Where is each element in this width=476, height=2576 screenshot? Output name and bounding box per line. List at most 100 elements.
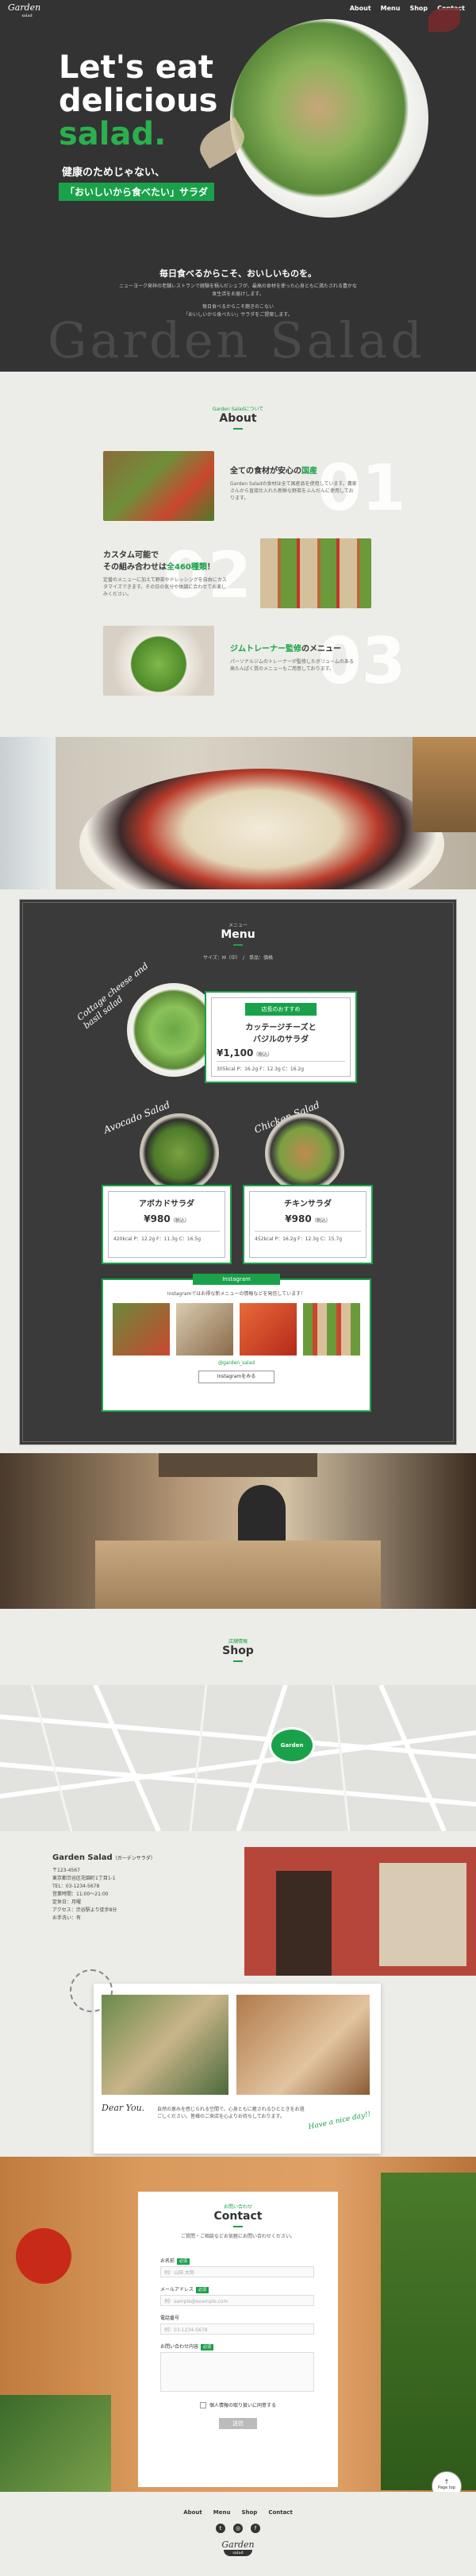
twitter-icon[interactable]: t [216,2524,225,2533]
intro-title: 毎日食べるからこそ、おいしいものを。 [159,268,317,279]
site-logo[interactable]: Garden salad [8,3,46,21]
shop-info: 〒123-4567 東京都渋谷区花園町1丁目1-1 TEL：03-1234-56… [52,1867,227,1922]
instagram-button[interactable]: Instagramをみる [198,1371,274,1383]
footer-nav-menu[interactable]: Menu [213,2509,231,2516]
about-image-salad [103,626,214,696]
menu-item-name: カッテージチーズと [245,1024,317,1032]
footer-nav-contact[interactable]: Contact [268,2509,293,2516]
menu-card-inner: 店長のおすすめ カッテージチーズと バジルのサラダ ¥1,100（税込） 305… [211,997,351,1077]
nav-menu[interactable]: Menu [381,5,401,12]
about-heading: ジムトレーナー監修のメニュー [230,642,357,654]
instagram-photo[interactable] [303,1303,360,1355]
herb-image [381,2173,476,2490]
required-badge: 必須 [177,2258,190,2265]
about-heading-text: 全ての食材が安心の [230,467,301,476]
contact-lead: ご質問・ご相談などお気軽にお問い合わせください。 [180,2234,295,2239]
greek-salad-bowl-image [79,769,444,889]
menu-item-name: アボカドサラダ [139,1200,194,1209]
email-input[interactable]: 例）sample@example.com [160,2295,314,2306]
required-badge: 必須 [201,2344,214,2350]
nav-shop[interactable]: Shop [409,5,428,12]
featured-menu-card[interactable]: 店長のおすすめ カッテージチーズと バジルのサラダ ¥1,100（税込） 305… [205,991,357,1083]
title-underline [233,428,243,430]
footer-nav-shop[interactable]: Shop [241,2509,257,2516]
shop-info-line: 〒123-4567 [52,1868,80,1873]
shop-name-main: Garden Salad [52,1853,113,1862]
footer-nav-about[interactable]: About [183,2509,202,2516]
instagram-text: Instagramではお得な新メニューの情報などを発信しています！ [167,1291,306,1297]
map-roads [0,1685,476,1831]
glass-image [0,737,56,889]
logo-sub: salad [21,13,33,18]
consent-checkbox[interactable] [199,2401,206,2408]
footer-logo[interactable]: Garden salad [0,2539,476,2556]
shop-info-line: TEL：03-1234-5678 [52,1884,100,1889]
hero-tagline: 「おいしいから食べたい」サラダ [59,183,215,201]
menu-title: Menu [221,928,255,941]
instagram-tag: Instagram [193,1274,280,1285]
instagram-icon[interactable]: ◎ [233,2524,243,2533]
intro-text-line: 毎日食べるからこそ飽きのこない [202,304,274,310]
title-underline [233,1660,243,1662]
shop-title: Shop [222,1645,254,1657]
cafe-interior-photo-band [0,1453,476,1609]
consent-label: 個人情報の取り扱いに同意する [209,2403,276,2408]
shop-name: Garden Salad（ガーデンサラダ） [52,1853,227,1862]
menu-card-inner: チキンサラダ ¥980（税込） 452kcal P：16.2g F：12.3g … [249,1191,367,1258]
about-image-vegetables [103,451,214,521]
title-underline [233,944,243,946]
shop-info-line: アクセス：渋谷駅より徒歩8分 [52,1907,117,1913]
phone-input[interactable]: 例）03-1234-5678 [160,2323,314,2335]
about-heading-text: ！ [206,563,215,572]
social-links: t ◎ f [0,2524,476,2533]
menu-note-price: 単品：価格 [249,955,274,961]
hero-line2: delicious [59,83,218,119]
shop-info-line: 営業時間：11:00〜21:00 [52,1892,109,1897]
hero-title: Let's eat delicious salad. [59,51,265,151]
menu-card-avocado[interactable]: アボカドサラダ ¥980（税込） 420kcal P：12.2g F：11.3g… [102,1185,232,1264]
tax-note: （税込） [311,1218,331,1224]
shop-info-line: 東京都渋谷区花園町1丁目1-1 [52,1876,116,1881]
menu-card-inner: アボカドサラダ ¥980（税込） 420kcal P：12.2g F：11.3g… [108,1191,225,1258]
instagram-photo[interactable] [176,1303,233,1355]
tomato-image [16,2228,71,2284]
about-heading: 全ての食材が安心の国産 [230,464,357,476]
hero-line1: Let's eat [59,49,213,86]
instagram-photo[interactable] [240,1303,297,1355]
menu-item-price: ¥980 [285,1213,312,1224]
terrace-photo [102,1995,228,2095]
name-input[interactable]: 例）山田 太郎 [160,2266,314,2277]
chicken-salad-image [265,1113,344,1193]
cafe-floor-image [95,1541,381,1609]
about-text: Garden Saladの食材は全て国産品を使用しています。農家さんから直接仕入… [230,481,357,501]
required-badge: 必須 [196,2287,209,2293]
submit-button[interactable]: 送信 [219,2418,257,2429]
instagram-photo[interactable] [113,1303,170,1355]
about-heading-text: カスタム可能で [103,551,159,560]
coffee-photo [236,1995,370,2095]
menu-item-name: バジルのサラダ [253,1035,309,1044]
about-heading-highlight: ジムトレーナー監修 [230,645,301,654]
message-textarea[interactable] [160,2352,314,2392]
about-heading-text: その組み合わせは [103,563,167,572]
about-eyebrow: Garden Saladについて [212,407,264,412]
tax-note: （税込） [253,1052,273,1058]
hero-watermark: Garden Salad [48,311,426,369]
cafe-sign-image [159,1453,317,1477]
shop-map[interactable]: Garden [0,1685,476,1831]
footer: About Menu Shop Contact t ◎ f Garden sal… [0,2492,476,2576]
postcard: Dear You. 自然の恵みを感じられる空間で、心身ともに癒されるひとときをお… [70,1969,381,2154]
nutrition-info: 452kcal P：16.2g F：12.3g C：15.7g [255,1231,361,1242]
footer-logo-sub: salad [224,2550,252,2556]
hero-subtitle: 健康のためじゃない、 [62,167,166,179]
about-section: Garden Saladについて About 01 全ての食材が安心の国産 Ga… [0,372,476,737]
nav-about[interactable]: About [350,5,371,12]
menu-item-name: チキンサラダ [284,1200,332,1209]
menu-card-chicken[interactable]: チキンサラダ ¥980（税込） 452kcal P：16.2g F：12.3g … [243,1185,373,1264]
page-top-label: Page top [438,2485,455,2490]
menu-item-price: ¥980 [144,1213,171,1224]
facebook-icon[interactable]: f [251,2524,260,2533]
message-label: お問い合わせ内容 [160,2344,199,2350]
footer-nav: About Menu Shop Contact [0,2509,476,2516]
map-pin-logo[interactable]: Garden [271,1730,313,1761]
